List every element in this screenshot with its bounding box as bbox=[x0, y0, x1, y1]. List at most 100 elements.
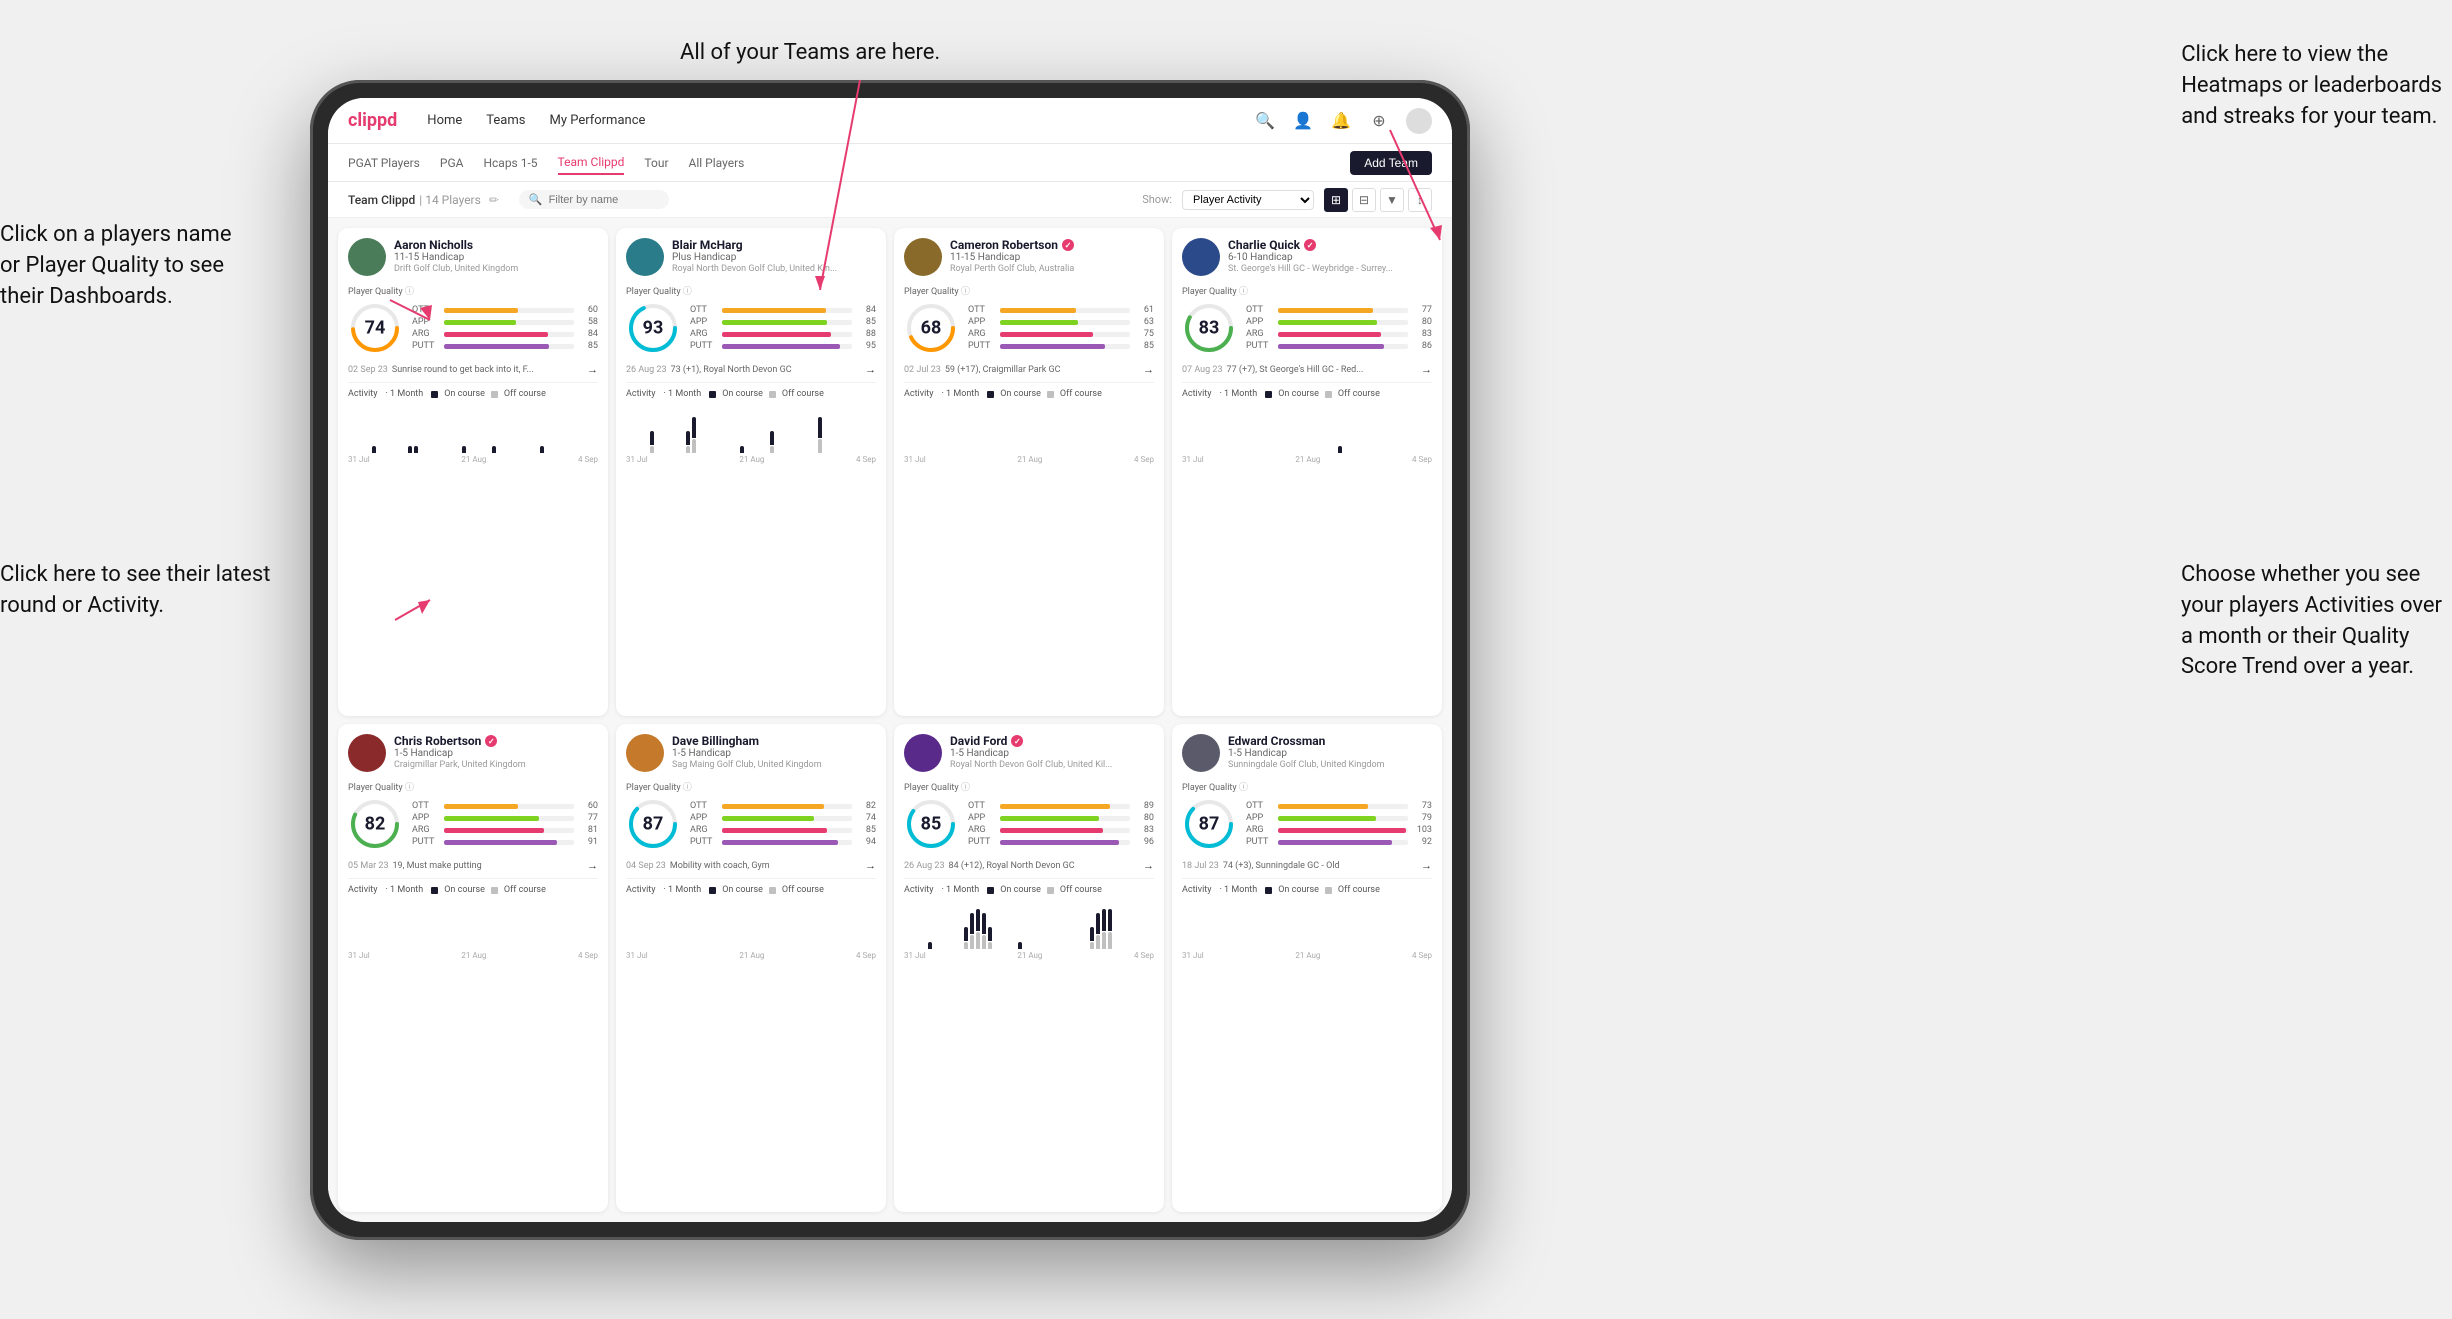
round-arrow-icon[interactable]: → bbox=[865, 859, 876, 872]
player-search[interactable]: 🔍 bbox=[519, 190, 669, 209]
nav-my-performance[interactable]: My Performance bbox=[549, 109, 645, 132]
team-name: Team Clippd bbox=[348, 193, 415, 207]
quality-circle[interactable]: 87 bbox=[626, 797, 680, 851]
round-arrow-icon[interactable]: → bbox=[587, 363, 598, 376]
off-course-legend bbox=[1325, 887, 1332, 894]
tab-team-clippd[interactable]: Team Clippd bbox=[558, 151, 625, 175]
player-card[interactable]: Dave Billingham 1-5 Handicap Sag Maing G… bbox=[616, 724, 886, 1212]
activity-chart bbox=[1182, 403, 1432, 453]
player-card[interactable]: Blair McHarg Plus Handicap Royal North D… bbox=[616, 228, 886, 716]
nav-home[interactable]: Home bbox=[427, 109, 462, 132]
activity-section: Activity · 1 Month On course Off course bbox=[626, 382, 876, 464]
edit-icon[interactable]: ✏ bbox=[489, 193, 499, 207]
round-info[interactable]: 04 Sep 23 Mobility with coach, Gym → bbox=[626, 859, 876, 872]
activity-legend: On course Off course bbox=[431, 885, 546, 895]
player-name[interactable]: Aaron Nicholls bbox=[394, 238, 598, 252]
sub-nav: PGAT Players PGA Hcaps 1-5 Team Clippd T… bbox=[328, 144, 1452, 182]
on-course-legend bbox=[709, 391, 716, 398]
ipad-screen: clippd Home Teams My Performance 🔍 👤 🔔 ⊕… bbox=[328, 98, 1452, 1222]
player-name[interactable]: Edward Crossman bbox=[1228, 734, 1432, 748]
player-handicap: 6-10 Handicap bbox=[1228, 252, 1432, 263]
player-card[interactable]: Aaron Nicholls 11-15 Handicap Drift Golf… bbox=[338, 228, 608, 716]
quality-score: 87 bbox=[643, 814, 664, 835]
search-input[interactable] bbox=[549, 194, 659, 206]
activity-legend: On course Off course bbox=[1265, 885, 1380, 895]
player-card[interactable]: Cameron Robertson ✓ 11-15 Handicap Royal… bbox=[894, 228, 1164, 716]
activity-legend: On course Off course bbox=[709, 885, 824, 895]
activity-header: Activity · 1 Month On course Off course bbox=[904, 389, 1154, 399]
settings-icon[interactable]: ⊕ bbox=[1368, 110, 1390, 132]
round-info[interactable]: 18 Jul 23 74 (+3), Sunningdale GC - Old … bbox=[1182, 859, 1432, 872]
round-arrow-icon[interactable]: → bbox=[865, 363, 876, 376]
round-arrow-icon[interactable]: → bbox=[1421, 859, 1432, 872]
player-avatar bbox=[904, 238, 942, 276]
player-card[interactable]: David Ford ✓ 1-5 Handicap Royal North De… bbox=[894, 724, 1164, 1212]
bell-icon[interactable]: 🔔 bbox=[1330, 110, 1352, 132]
player-name[interactable]: Chris Robertson ✓ bbox=[394, 734, 598, 748]
player-club: Sag Maing Golf Club, United Kingdom bbox=[672, 760, 852, 770]
quality-circle[interactable]: 85 bbox=[904, 797, 958, 851]
player-name[interactable]: Blair McHarg bbox=[672, 238, 876, 252]
grid2-view[interactable]: ⊟ bbox=[1352, 188, 1376, 212]
player-name[interactable]: Cameron Robertson ✓ bbox=[950, 238, 1154, 252]
quality-label: Player Quality ⓘ bbox=[904, 780, 1154, 793]
quality-circle[interactable]: 87 bbox=[1182, 797, 1236, 851]
round-info[interactable]: 07 Aug 23 77 (+7), St George's Hill GC -… bbox=[1182, 363, 1432, 376]
quality-circle[interactable]: 93 bbox=[626, 301, 680, 355]
quality-label: Player Quality ⓘ bbox=[626, 780, 876, 793]
tab-pga[interactable]: PGA bbox=[440, 152, 464, 174]
filter-view[interactable]: ▼ bbox=[1380, 188, 1404, 212]
show-select[interactable]: Player Activity Quality Score Trend bbox=[1182, 190, 1314, 210]
round-info[interactable]: 26 Aug 23 84 (+12), Royal North Devon GC… bbox=[904, 859, 1154, 872]
tab-all-players[interactable]: All Players bbox=[689, 152, 745, 174]
search-icon[interactable]: 🔍 bbox=[1254, 110, 1276, 132]
player-avatar bbox=[1182, 734, 1220, 772]
sort-view[interactable]: ↕ bbox=[1408, 188, 1432, 212]
nav-teams[interactable]: Teams bbox=[486, 109, 525, 132]
quality-section: 83 OTT 77 APP 80 ARG 83 bbox=[1182, 301, 1432, 355]
avatar[interactable] bbox=[1406, 108, 1432, 134]
quality-label: Player Quality ⓘ bbox=[626, 284, 876, 297]
add-team-button[interactable]: Add Team bbox=[1350, 151, 1432, 175]
quality-circle[interactable]: 83 bbox=[1182, 301, 1236, 355]
quality-section: 87 OTT 73 APP 79 ARG 103 bbox=[1182, 797, 1432, 851]
round-info[interactable]: 02 Jul 23 59 (+17), Craigmillar Park GC … bbox=[904, 363, 1154, 376]
round-arrow-icon[interactable]: → bbox=[1143, 859, 1154, 872]
quality-section: 85 OTT 89 APP 80 ARG 83 bbox=[904, 797, 1154, 851]
tab-tour[interactable]: Tour bbox=[644, 152, 668, 174]
quality-bars: OTT 82 APP 74 ARG 85 PUTT 94 bbox=[690, 801, 876, 847]
off-course-legend bbox=[1047, 391, 1054, 398]
round-arrow-icon[interactable]: → bbox=[1143, 363, 1154, 376]
round-info[interactable]: 26 Aug 23 73 (+1), Royal North Devon GC … bbox=[626, 363, 876, 376]
quality-bars: OTT 60 APP 58 ARG 84 PUTT 85 bbox=[412, 305, 598, 351]
player-card[interactable]: Charlie Quick ✓ 6-10 Handicap St. George… bbox=[1172, 228, 1442, 716]
quality-circle[interactable]: 74 bbox=[348, 301, 402, 355]
activity-legend: On course Off course bbox=[987, 389, 1102, 399]
quality-circle[interactable]: 68 bbox=[904, 301, 958, 355]
user-icon[interactable]: 👤 bbox=[1292, 110, 1314, 132]
player-name[interactable]: Dave Billingham bbox=[672, 734, 876, 748]
activity-chart bbox=[348, 403, 598, 453]
activity-section: Activity · 1 Month On course Off course … bbox=[904, 382, 1154, 464]
round-info[interactable]: 02 Sep 23 Sunrise round to get back into… bbox=[348, 363, 598, 376]
round-info[interactable]: 05 Mar 23 19, Must make putting → bbox=[348, 859, 598, 872]
player-avatar bbox=[348, 734, 386, 772]
player-name[interactable]: David Ford ✓ bbox=[950, 734, 1154, 748]
activity-header: Activity · 1 Month On course Off course bbox=[904, 885, 1154, 895]
quality-circle[interactable]: 82 bbox=[348, 797, 402, 851]
off-course-legend bbox=[491, 887, 498, 894]
player-card[interactable]: Chris Robertson ✓ 1-5 Handicap Craigmill… bbox=[338, 724, 608, 1212]
tab-pgat-players[interactable]: PGAT Players bbox=[348, 152, 420, 174]
player-card[interactable]: Edward Crossman 1-5 Handicap Sunningdale… bbox=[1172, 724, 1442, 1212]
player-name[interactable]: Charlie Quick ✓ bbox=[1228, 238, 1432, 252]
tab-hcaps[interactable]: Hcaps 1-5 bbox=[483, 152, 537, 174]
app-logo[interactable]: clippd bbox=[348, 110, 397, 131]
player-handicap: 1-5 Handicap bbox=[1228, 748, 1432, 759]
player-avatar bbox=[626, 238, 664, 276]
player-avatar bbox=[626, 734, 664, 772]
round-arrow-icon[interactable]: → bbox=[1421, 363, 1432, 376]
off-course-legend bbox=[1325, 391, 1332, 398]
round-arrow-icon[interactable]: → bbox=[587, 859, 598, 872]
activity-header: Activity · 1 Month On course Off course bbox=[348, 885, 598, 895]
grid4-view[interactable]: ⊞ bbox=[1324, 188, 1348, 212]
